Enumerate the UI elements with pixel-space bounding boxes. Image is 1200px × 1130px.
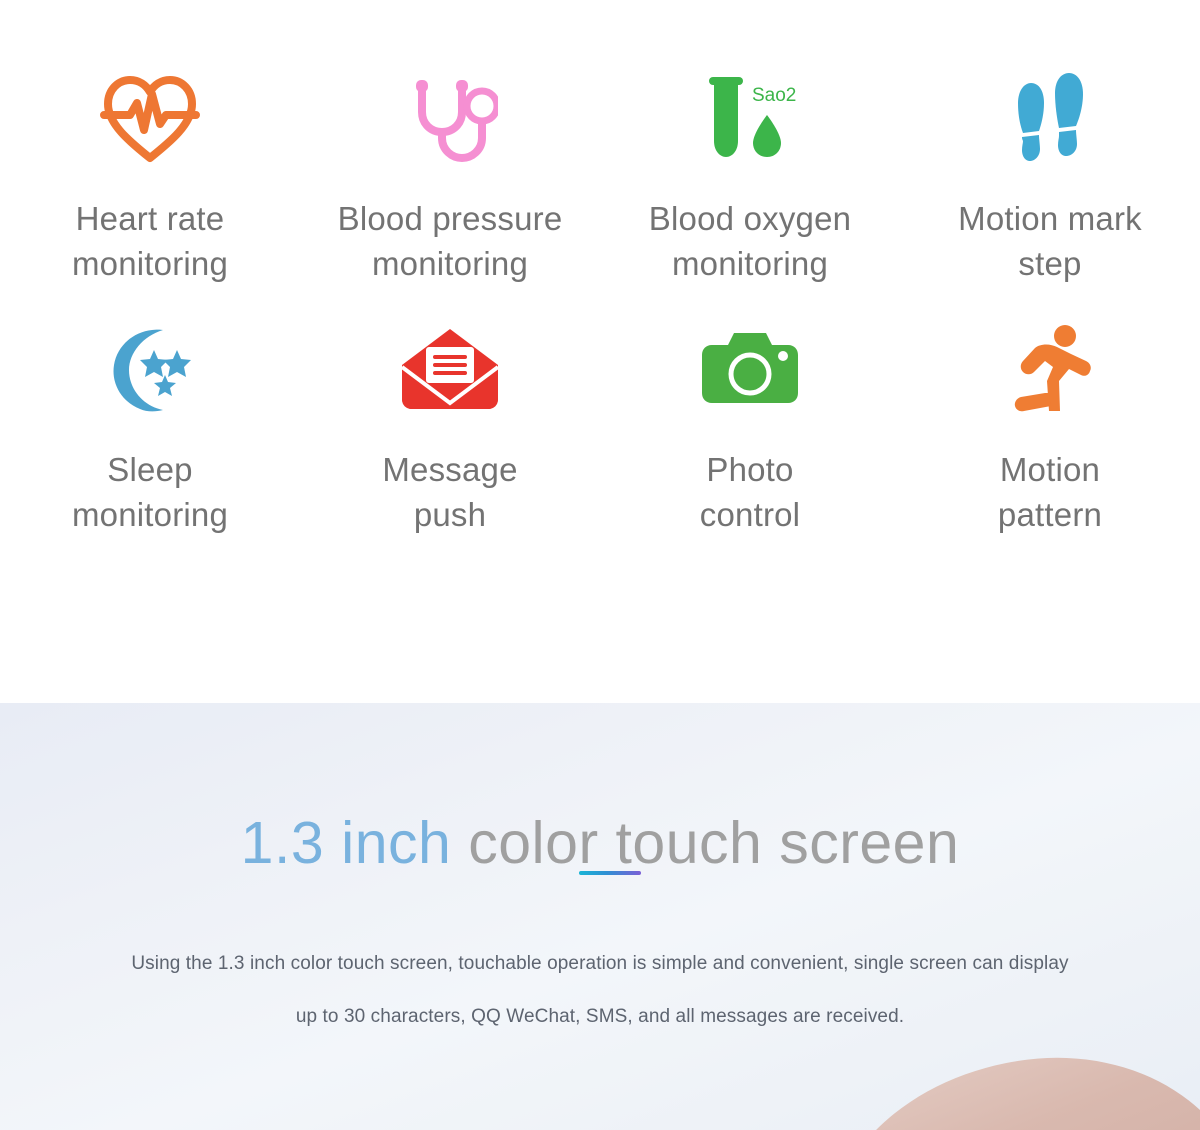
paragraph-line-3: are received.: [793, 1006, 905, 1027]
feature-item-motion-mark-step: Motion mark step: [900, 62, 1200, 313]
feature-label: Sleep monitoring: [71, 451, 229, 533]
wrist-photo-edge: [809, 1035, 1200, 1130]
feature-item-blood-pressure: Blood pressure monitoring: [300, 62, 600, 313]
running-person-icon: [1007, 313, 1093, 425]
feature-label: Message push: [382, 451, 518, 533]
camera-icon: [700, 313, 800, 425]
envelope-message-icon: [400, 313, 500, 425]
screen-description-paragraph: Using the 1.3 inch color touch screen, t…: [130, 937, 1070, 1043]
footsteps-icon: [1008, 62, 1092, 174]
feature-label: Blood oxygen monitoring: [648, 200, 852, 282]
stethoscope-icon: [402, 62, 498, 174]
feature-label: Blood pressure monitoring: [337, 200, 563, 282]
feature-label: Heart rate monitoring: [71, 200, 229, 282]
feature-item-blood-oxygen: Sao2 Blood oxygen monitoring: [600, 62, 900, 313]
screen-title-accent: 1.3 inch: [240, 809, 452, 876]
feature-label: Photo control: [699, 451, 801, 533]
heart-rate-icon: [100, 62, 200, 174]
paragraph-line-1: Using the 1.3 inch color touch screen, t…: [131, 953, 849, 974]
product-feature-page: Heart rate monitoring Blood pressure mon…: [0, 0, 1200, 1130]
screen-description-section: 1.3 inch color touch screen Using the 1.…: [0, 703, 1200, 1130]
screen-title-rest: color touch screen: [451, 809, 960, 876]
feature-item-heart-rate: Heart rate monitoring: [0, 62, 300, 313]
feature-item-photo-control: Photo control: [600, 313, 900, 564]
feature-label: Motion mark step: [958, 200, 1142, 282]
features-grid: Heart rate monitoring Blood pressure mon…: [0, 62, 1200, 564]
feature-item-sleep: Sleep monitoring: [0, 313, 300, 564]
screen-title: 1.3 inch color touch screen: [0, 809, 1200, 877]
feature-label: Motion pattern: [997, 451, 1103, 533]
feature-item-motion-pattern: Motion pattern: [900, 313, 1200, 564]
feature-item-message-push: Message push: [300, 313, 600, 564]
features-section: Heart rate monitoring Blood pressure mon…: [0, 0, 1200, 703]
title-divider: [579, 871, 641, 875]
moon-stars-icon: [105, 313, 195, 425]
blood-oxygen-icon: Sao2: [695, 62, 805, 174]
sao2-badge-text: Sao2: [752, 85, 796, 106]
